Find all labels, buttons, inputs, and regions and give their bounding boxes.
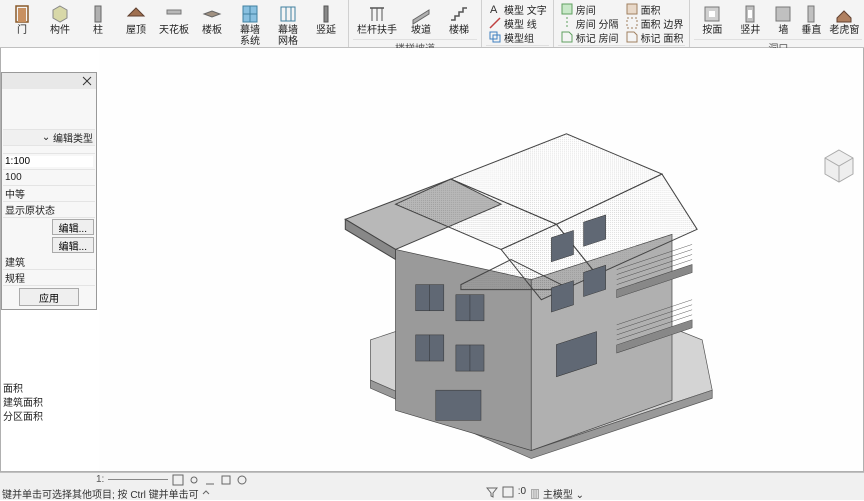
vertical-btn[interactable]: 垂直 [798,2,824,38]
edit-btn-2[interactable]: 编辑... [52,237,94,253]
roof-btn[interactable]: 屋顶 [118,2,154,38]
edit-btn-1[interactable]: 编辑... [52,219,94,235]
zero-label: :0 [518,486,526,501]
expand-icon[interactable] [201,488,211,498]
ceiling-label: 天花板 [159,25,189,36]
model-group-btn[interactable]: 模型组 [486,30,549,44]
door-label: 门 [17,25,27,36]
byface-btn[interactable]: 按面 [694,2,730,38]
apply-btn[interactable]: 应用 [19,288,79,306]
edit-type-btn[interactable]: 编辑类型 [53,130,93,145]
svg-text:A: A [490,4,498,16]
discipline: 建筑 [5,254,25,269]
ramp-label: 坡道 [411,25,431,36]
column-btn[interactable]: 柱 [80,2,116,38]
shaft-label: 竖井 [740,25,760,36]
ribbon-toolbar: 门 构件 柱 屋顶 天花板 楼板 幕墙 系统 幕墙 网格 竖延 构建 栏杆扶手 … [0,0,864,48]
view-cube[interactable] [821,148,857,184]
ribbon-group-circ: 栏杆扶手 坡道 楼梯 楼梯坡道 [349,0,482,47]
wall-open-label: 墙 [778,25,788,36]
ribbon-group-opening: 按面 竖井 墙 垂直 老虎窗 洞口 [690,0,864,47]
tag-room-btn[interactable]: 标记 房间 [558,30,621,44]
view-control-bar: 1: [0,473,864,486]
curtain-sys-label: 幕墙 系统 [234,25,266,47]
close-icon[interactable] [80,74,94,88]
scale-slider[interactable] [108,479,168,480]
mullion-btn[interactable]: 竖延 [308,2,344,38]
dormer-label: 老虎窗 [829,25,859,36]
scale-input[interactable] [5,156,93,167]
ribbon-group-room: 房间 房间 分隔 标记 房间 面积 面积 边界 标记 面积 房间和面积 [554,0,691,47]
zoom-label[interactable]: 1: [96,474,104,485]
ribbon-group-model: A模型 文字 模型 线 模型组 模型 [482,0,554,47]
browser-item[interactable]: 面积 [1,380,89,394]
show-original: 显示原状态 [5,202,55,217]
component-label: 构件 [50,25,70,36]
scale-value: 100 [5,172,22,183]
workspace: ⌄ 编辑类型 100 中等 显示原状态 编辑... 编辑... 建筑 规程 应用… [0,48,864,472]
main-model-dropdown[interactable]: ▥ 主模型 ⌄ [530,486,584,501]
room-btn[interactable]: 房间 [558,2,621,16]
door-btn[interactable]: 门 [4,2,40,38]
properties-titlebar[interactable] [2,73,96,89]
room-sep-btn[interactable]: 房间 分隔 [558,16,621,30]
browser-item[interactable]: 分区面积 [1,408,89,422]
railing-label: 栏杆扶手 [357,25,397,36]
curtain-grid-label: 幕墙 网格 [272,25,304,47]
browser-item[interactable]: 建筑面积 [1,394,89,408]
curtain-grid-btn[interactable]: 幕墙 网格 [270,2,306,49]
status-bar: 1: 键并单击可选择其他项目; 按 Ctrl 键并单击可 :0 ▥ 主模型 ⌄ [0,472,864,500]
dormer-btn[interactable]: 老虎窗 [826,2,862,38]
tag-area-btn[interactable]: 标记 面积 [623,30,686,44]
reveal-icon[interactable] [236,474,248,486]
crop-icon[interactable] [220,474,232,486]
byface-label: 按面 [702,25,722,36]
detail-level: 中等 [5,186,25,201]
project-browser: 面积 建筑面积 分区面积 [1,380,89,422]
component-btn[interactable]: 构件 [42,2,78,38]
model-line-btn[interactable]: 模型 线 [486,16,549,30]
house-model [99,48,863,471]
dropdown-icon[interactable]: ⌄ [42,132,50,143]
stair-label: 楼梯 [449,25,469,36]
shadow-icon[interactable] [204,474,216,486]
ribbon-group-build: 门 构件 柱 屋顶 天花板 楼板 幕墙 系统 幕墙 网格 竖延 构建 [0,0,349,47]
status-hint: 键并单击可选择其他项目; 按 Ctrl 键并单击可 [2,486,199,501]
sun-icon[interactable] [188,474,200,486]
properties-panel: ⌄ 编辑类型 100 中等 显示原状态 编辑... 编辑... 建筑 规程 应用 [1,72,97,310]
railing-btn[interactable]: 栏杆扶手 [353,2,401,38]
ramp-btn[interactable]: 坡道 [403,2,439,38]
select-icon[interactable] [502,486,514,501]
shaft-btn[interactable]: 竖井 [732,2,768,38]
filter-icon[interactable] [486,486,498,501]
floor-label: 楼板 [202,25,222,36]
model-viewport[interactable] [99,48,863,471]
area-btn[interactable]: 面积 [623,2,686,16]
area-bound-btn[interactable]: 面积 边界 [623,16,686,30]
curtain-sys-btn[interactable]: 幕墙 系统 [232,2,268,49]
hidden-line: 规程 [5,270,25,285]
wall-open-btn[interactable]: 墙 [770,2,796,38]
stair-btn[interactable]: 楼梯 [441,2,477,38]
floor-btn[interactable]: 楼板 [194,2,230,38]
vertical-label: 垂直 [801,25,821,36]
column-label: 柱 [93,25,103,36]
mullion-label: 竖延 [316,25,336,36]
ceiling-btn[interactable]: 天花板 [156,2,192,38]
roof-label: 屋顶 [126,25,146,36]
model-text-btn[interactable]: A模型 文字 [486,2,549,16]
graphics-icon[interactable] [172,474,184,486]
